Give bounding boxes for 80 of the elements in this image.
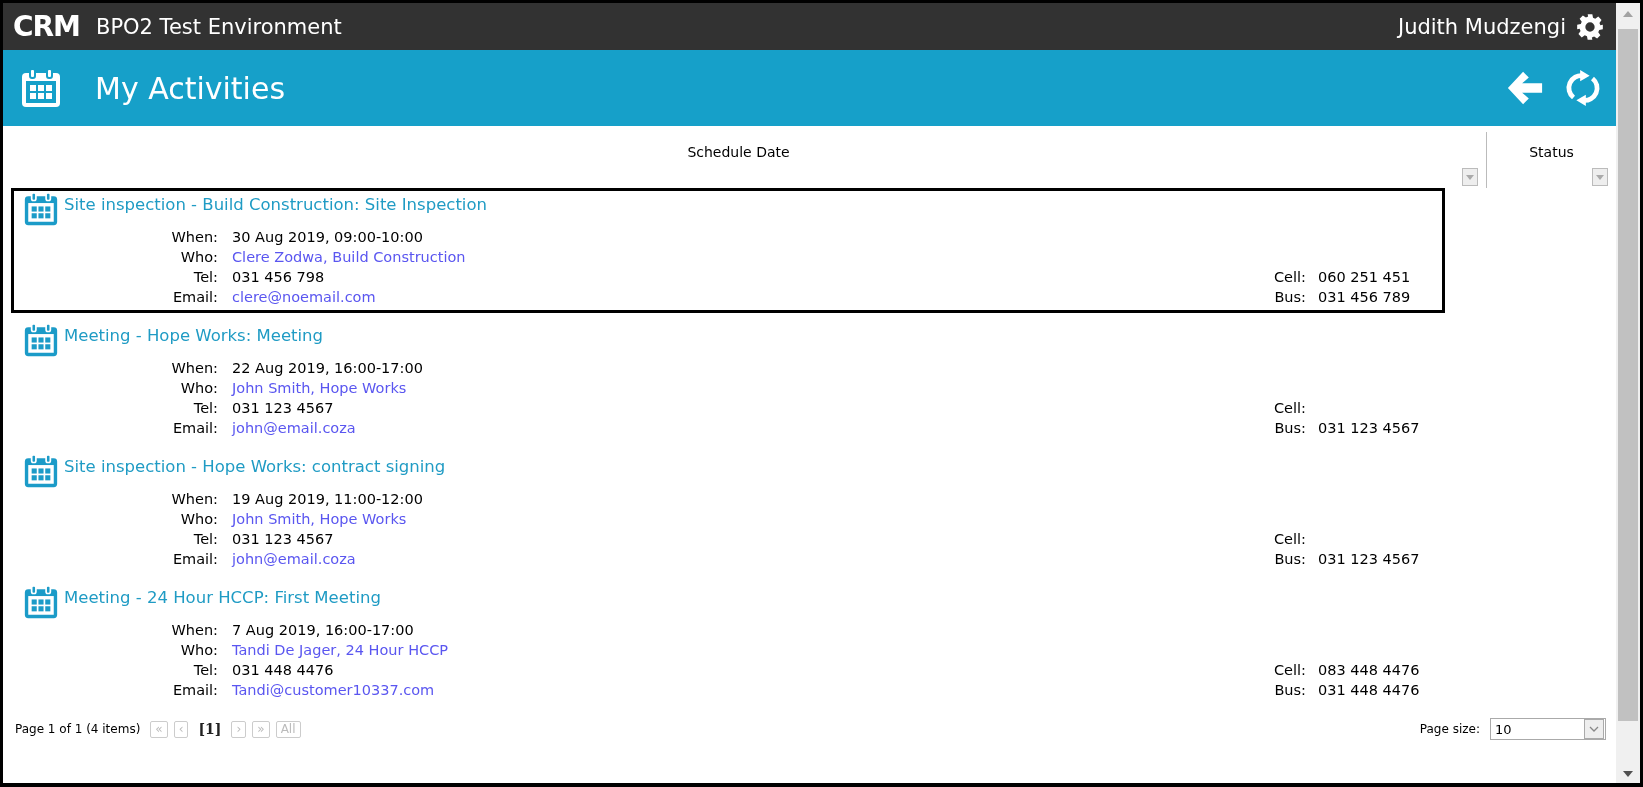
field-label: Who:: [179, 510, 218, 529]
field-label: Email:: [171, 288, 218, 307]
field-label: Who:: [179, 641, 218, 660]
contact-link[interactable]: Tandi De Jager, 24 Hour HCCP: [232, 640, 449, 660]
column-header[interactable]: Schedule Date: [687, 144, 790, 162]
page-size-select[interactable]: 10: [1490, 718, 1606, 740]
field-value: 031 123 4567: [232, 399, 335, 418]
scroll-up-icon[interactable]: [1623, 11, 1633, 17]
contact-link[interactable]: john@email.coza: [232, 549, 423, 569]
pager-summary: Page 1 of 1 (4 items): [15, 722, 141, 736]
activity-card[interactable]: Site inspection - Hope Works: contract signing When: 19 Aug 2019, 11:00-12:00 Who: John Smith, Hope Works Tel: 031 123 4567 Email: john@email.coza Cell: Bus: 031 123 4567: [11, 450, 1445, 575]
field-label: Tel:: [192, 661, 218, 680]
field-label: Bus:: [1274, 288, 1306, 307]
back-arrow-icon[interactable]: [1506, 69, 1544, 107]
field-value: 30 Aug 2019, 09:00-10:00: [232, 228, 424, 247]
field-label: Email:: [171, 419, 218, 438]
phone-number: 060 251 451: [1318, 268, 1412, 287]
contact-link[interactable]: john@email.coza: [232, 418, 423, 438]
filter-dropdown-button[interactable]: [1462, 168, 1478, 186]
field-label: Cell:: [1274, 661, 1306, 680]
field-value: 031 123 4567: [232, 530, 335, 549]
filter-dropdown-button[interactable]: [1592, 168, 1608, 186]
calendar-icon: [24, 192, 58, 226]
scrollbar[interactable]: [1616, 3, 1640, 783]
triangle-down-icon: [1596, 174, 1604, 180]
contact-link[interactable]: John Smith, Hope Works: [232, 509, 423, 529]
field-value: 22 Aug 2019, 16:00-17:00: [232, 359, 423, 378]
field-label: When:: [170, 228, 218, 247]
field-value: 19 Aug 2019, 11:00-12:00: [232, 490, 423, 509]
field-label: Email:: [171, 681, 218, 700]
field-label: Bus:: [1274, 419, 1306, 438]
page-size-label: Page size:: [1419, 722, 1480, 736]
phone-number: 031 456 789: [1318, 288, 1412, 307]
field-label: When:: [170, 359, 218, 378]
field-label: Cell:: [1274, 268, 1306, 287]
activity-card[interactable]: Site inspection - Build Construction: Site Inspection When: 30 Aug 2019, 09:00-10:00 Who: Clere Zodwa, Build Construction Tel: 031 456 798 Email: clere@noemail.com Cell: 060 251 451 Bus: 031 456 789: [11, 188, 1445, 313]
field-label: Tel:: [192, 530, 218, 549]
field-label: Bus:: [1274, 550, 1306, 569]
activity-card[interactable]: Meeting - Hope Works: Meeting When: 22 Aug 2019, 16:00-17:00 Who: John Smith, Hope Works Tel: 031 123 4567 Email: john@email.coza Cell: Bus: 031 123 4567: [11, 319, 1445, 444]
contact-link[interactable]: Clere Zodwa, Build Construction: [232, 247, 466, 267]
scroll-down-icon[interactable]: [1623, 771, 1633, 777]
column-header[interactable]: Status: [1529, 144, 1574, 162]
contact-link[interactable]: clere@noemail.com: [232, 287, 466, 307]
activity-title[interactable]: Site inspection - Build Construction: Site Inspection: [64, 195, 487, 214]
field-label: Bus:: [1274, 681, 1306, 700]
activity-title[interactable]: Meeting - Hope Works: Meeting: [64, 326, 324, 345]
field-label: When:: [170, 621, 218, 640]
activity-title[interactable]: Site inspection - Hope Works: contract signing: [64, 457, 446, 476]
phone-number: 083 448 4476: [1318, 661, 1421, 680]
calendar-icon: [24, 323, 58, 357]
calendar-icon: [24, 454, 58, 488]
refresh-icon[interactable]: [1564, 69, 1602, 107]
calendar-icon: [21, 68, 61, 108]
phone-number: 031 123 4567: [1318, 550, 1421, 569]
contact-link[interactable]: John Smith, Hope Works: [232, 378, 423, 398]
scrollbar-thumb[interactable]: [1618, 29, 1638, 721]
phone-number: 031 123 4567: [1318, 419, 1421, 438]
activity-card[interactable]: Meeting - 24 Hour HCCP: First Meeting When: 7 Aug 2019, 16:00-17:00 Who: Tandi De Jager, 24 Hour HCCP Tel: 031 448 4476 Email: Tandi@customer10337.com Cell: 083 448 4476 Bus: 031 448 4476: [11, 581, 1445, 706]
triangle-down-icon: [1466, 174, 1474, 180]
field-label: Who:: [179, 379, 218, 398]
field-label: Who:: [179, 248, 218, 267]
contact-link[interactable]: Tandi@customer10337.com: [232, 680, 449, 700]
field-value: 7 Aug 2019, 16:00-17:00: [232, 621, 415, 640]
environment-title: BPO2 Test Environment: [96, 14, 342, 39]
field-label: Tel:: [192, 268, 218, 287]
field-label: When:: [170, 490, 218, 509]
field-label: Cell:: [1274, 530, 1306, 549]
user-name: Judith Mudzengi: [1397, 14, 1566, 39]
phone-number: 031 448 4476: [1318, 681, 1421, 700]
chevron-down-icon: [1589, 726, 1599, 732]
settings-icon[interactable]: [1576, 12, 1604, 41]
field-value: 031 456 798: [232, 268, 326, 287]
field-label: Tel:: [192, 399, 218, 418]
crm-logo: CRM: [13, 10, 80, 43]
calendar-icon: [24, 585, 58, 619]
field-label: Email:: [171, 550, 218, 569]
field-value: 031 448 4476: [232, 661, 335, 680]
field-label: Cell:: [1274, 399, 1306, 418]
page-title: My Activities: [95, 70, 286, 106]
activity-title[interactable]: Meeting - 24 Hour HCCP: First Meeting: [64, 588, 381, 607]
